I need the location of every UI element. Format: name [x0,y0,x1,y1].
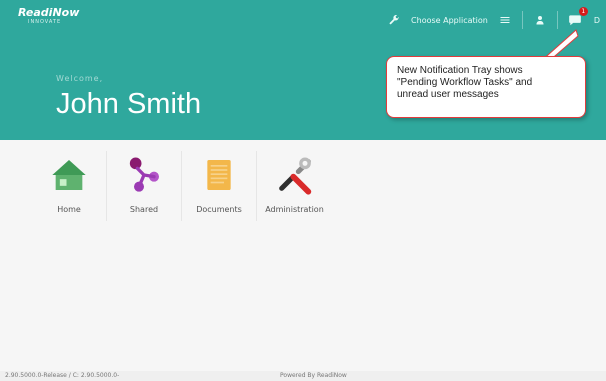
shared-icon [122,153,166,197]
truncated-right-text: D [593,15,600,25]
powered-by-text: Powered By ReadiNow [280,372,347,379]
divider [556,11,558,29]
home-icon [47,153,91,197]
app-label: Administration [265,205,324,214]
wrench-icon[interactable] [387,13,401,27]
divider [521,11,523,29]
user-name: John Smith [56,88,202,120]
callout-line: "Pending Workflow Tasks" and [397,77,533,88]
top-right-actions: Choose Application 1 D [387,0,606,40]
top-bar: ReadiNow INNOVATE Choose Application 1 D [0,0,606,40]
notification-tray-button[interactable]: 1 [568,7,588,28]
app-tile-shared[interactable]: Shared [107,151,182,221]
app-tile-home[interactable]: Home [32,151,107,221]
logo-subtext: INNOVATE [28,19,62,25]
notification-callout: New Notification Tray shows "Pending Wor… [386,56,586,118]
welcome-label: Welcome, [56,74,104,83]
logo[interactable]: ReadiNow [18,6,79,19]
app-tile-administration[interactable]: Administration [257,151,332,221]
app-tile-documents[interactable]: Documents [182,151,257,221]
documents-icon [197,153,241,197]
user-icon[interactable] [533,13,547,27]
version-text: 2.90.5000.0-Release / C: 2.90.5000.0- [5,372,120,379]
app-label: Documents [196,205,242,214]
app-label: Home [57,205,81,214]
choose-application-label[interactable]: Choose Application [411,16,488,25]
application-tiles: Home Shared Documents Administration [32,151,332,221]
footer: 2.90.5000.0-Release / C: 2.90.5000.0- Po… [0,371,606,381]
app-label: Shared [129,205,159,214]
callout-line: unread user messages [397,89,499,100]
menu-icon[interactable] [498,13,512,27]
callout-line: New Notification Tray shows [397,65,523,76]
administration-icon [273,153,317,197]
notification-count-badge: 1 [578,7,588,16]
